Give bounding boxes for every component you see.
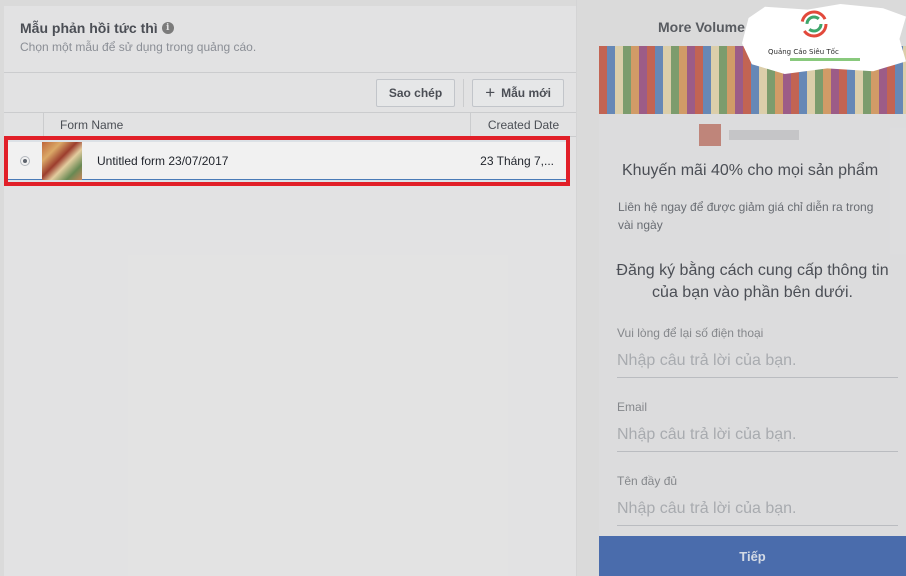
toolbar: Sao chép + Mẫu mới [4, 73, 576, 113]
email-field: Email Nhập câu trả lời của bạn. [617, 400, 898, 452]
email-field-label: Email [617, 400, 648, 414]
form-headline: Khuyến mãi 40% cho mọi sản phẩm [622, 162, 879, 179]
copy-button-label: Sao chép [388, 85, 443, 100]
toolbar-divider [463, 78, 465, 107]
page-subtitle: Chọn một mẫu để sử dụng trong quảng cáo. [20, 40, 257, 54]
form-prompt: Đăng ký bằng cách cung cấp thông tin của… [616, 262, 889, 301]
info-icon[interactable]: i [161, 22, 174, 34]
phone-field-input[interactable]: Nhập câu trả lời của bạn. [617, 344, 898, 378]
table-row-content[interactable]: Untitled form 23/07/2017 23 Tháng 7,... [8, 141, 566, 180]
email-field-input[interactable]: Nhập câu trả lời của bạn. [617, 418, 898, 452]
phone-field: Vui lòng để lại số điện thoại Nhập câu t… [617, 326, 898, 378]
full-name-field: Tên đầy đủ Nhập câu trả lời của bạn. [617, 474, 898, 526]
phone-field-label: Vui lòng để lại số điện thoại [617, 326, 764, 340]
form-thumbnail [42, 141, 82, 180]
select-column-header [4, 113, 44, 136]
full-name-field-input[interactable]: Nhập câu trả lời của bạn. [617, 492, 898, 526]
watermark-underline [790, 58, 860, 61]
form-description: Liên hệ ngay để được giảm giá chỉ diễn r… [618, 200, 874, 232]
table-row[interactable]: Untitled form 23/07/2017 23 Tháng 7,... [4, 136, 570, 186]
preview-title: More Volume [658, 19, 745, 35]
page-name-blurred [729, 130, 799, 140]
page-avatar [699, 124, 721, 146]
form-preview-card: Khuyến mãi 40% cho mọi sản phẩm Liên hệ … [599, 46, 906, 536]
column-header-form-name[interactable]: Form Name [44, 118, 470, 132]
full-name-field-label: Tên đầy đủ [617, 474, 678, 488]
table-header: Form Name Created Date [4, 113, 576, 137]
watermark-text: Quảng Cáo Siêu Tốc [768, 48, 839, 56]
logo-swirl-icon [800, 10, 828, 38]
page-identity [699, 124, 906, 146]
column-header-created-date[interactable]: Created Date [470, 113, 576, 136]
page-title: Mẫu phản hồi tức thì i [20, 20, 576, 36]
watermark-logo: Quảng Cáo Siêu Tốc [742, 4, 906, 74]
plus-icon: + [485, 83, 496, 102]
panel-header: Mẫu phản hồi tức thì i Chọn một mẫu để s… [4, 6, 576, 73]
page-title-text: Mẫu phản hồi tức thì [20, 20, 158, 36]
next-button[interactable]: Tiếp [599, 536, 906, 576]
form-name-cell: Untitled form 23/07/2017 [97, 153, 229, 168]
form-selection-panel: Mẫu phản hồi tức thì i Chọn một mẫu để s… [4, 6, 576, 576]
copy-button[interactable]: Sao chép [375, 78, 456, 107]
new-form-button[interactable]: + Mẫu mới [472, 78, 564, 107]
row-radio-button[interactable] [20, 155, 30, 166]
created-date-cell: 23 Tháng 7,... [480, 153, 554, 168]
new-form-button-label: Mẫu mới [501, 85, 551, 100]
